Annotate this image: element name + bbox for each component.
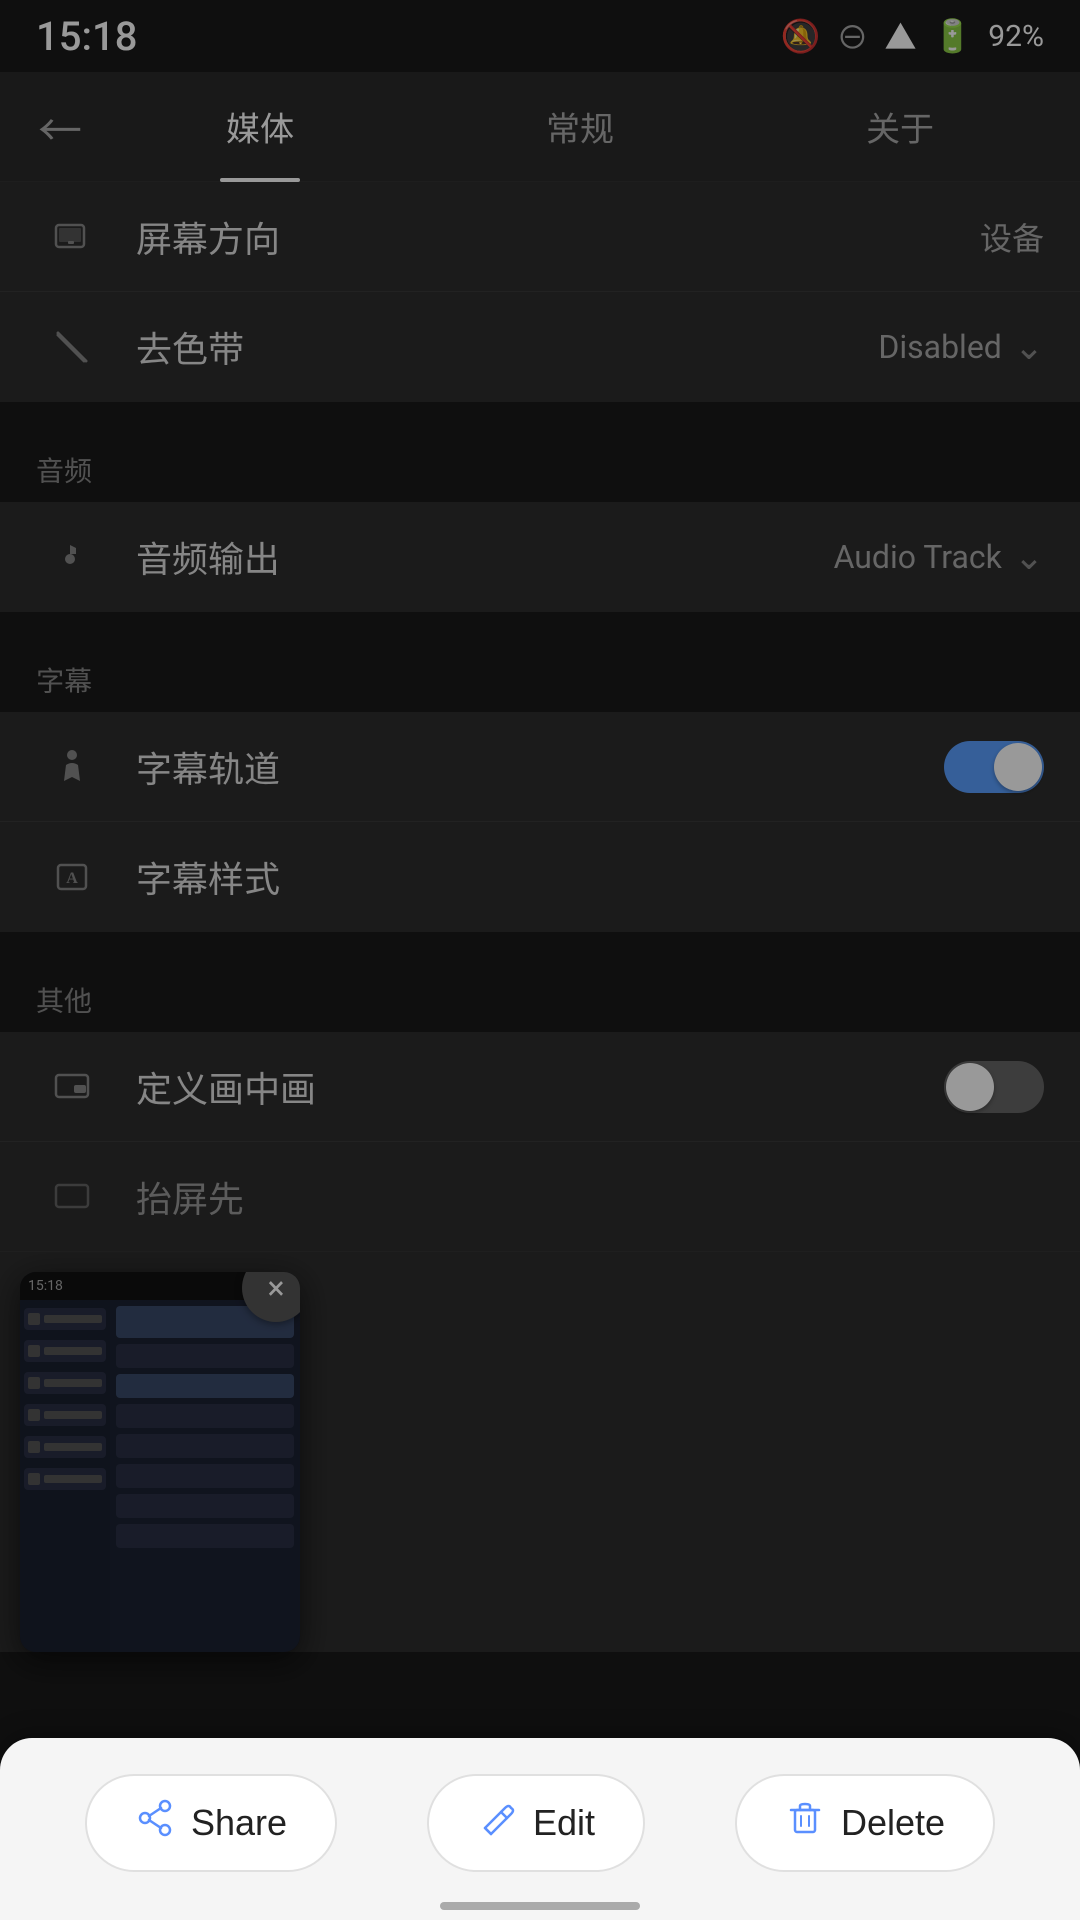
delete-label: Delete [841, 1802, 945, 1844]
edit-label: Edit [533, 1802, 595, 1844]
share-button[interactable]: Share [85, 1774, 337, 1872]
delete-icon [785, 1798, 825, 1848]
edit-icon [477, 1798, 517, 1848]
share-label: Share [191, 1802, 287, 1844]
bottom-action-bar: Share Edit Delete [0, 1738, 1080, 1920]
home-indicator [440, 1902, 640, 1910]
delete-button[interactable]: Delete [735, 1774, 995, 1872]
share-icon [135, 1798, 175, 1848]
edit-button[interactable]: Edit [427, 1774, 645, 1872]
dim-overlay [0, 0, 1080, 1920]
